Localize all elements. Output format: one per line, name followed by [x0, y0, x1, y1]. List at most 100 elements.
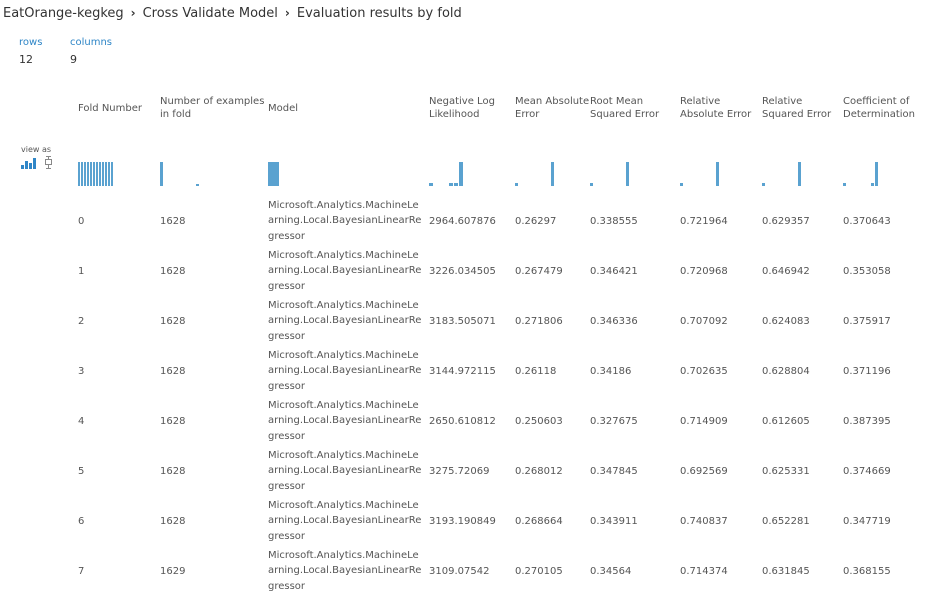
table-cell: 3193.190849: [429, 515, 496, 527]
histogram-bar: [108, 162, 110, 186]
model-cell: Microsoft.Analytics.MachineLearning.Loca…: [268, 349, 422, 392]
rows-value: 12: [19, 53, 33, 66]
table-cell: 0.368155: [843, 565, 891, 577]
table-row: 6 1628 Microsoft.Analytics.MachineLearning…: [78, 496, 927, 546]
table-cell: 1628: [160, 215, 186, 227]
table-cell: 0.721964: [680, 215, 728, 227]
histogram-bar: [78, 162, 80, 186]
table-row: 3 1628 Microsoft.Analytics.MachineLearning…: [78, 346, 927, 396]
table-cell: 0.625331: [762, 465, 810, 477]
table-cell: 0.612605: [762, 415, 810, 427]
column-header[interactable]: Number of examples in fold: [160, 86, 268, 130]
table-row: 4 1628 Microsoft.Analytics.MachineLearning…: [78, 396, 927, 446]
rows-stat: rows 12: [19, 37, 42, 66]
table-cell: 3109.07542: [429, 565, 490, 577]
table-cell: 1628: [160, 265, 186, 277]
histogram-bar: [160, 162, 163, 186]
table-cell: 0.371196: [843, 365, 891, 377]
histogram-row: [78, 130, 927, 196]
table-cell: 0.327675: [590, 415, 638, 427]
table-cell: 0.346421: [590, 265, 638, 277]
column-histogram[interactable]: [843, 130, 927, 196]
column-header[interactable]: Mean Absolute Error: [515, 86, 590, 130]
table-cell: 5: [78, 465, 85, 477]
table-cell: 3183.505071: [429, 315, 496, 327]
table-cell: 7: [78, 565, 85, 577]
histogram-bar: [515, 183, 518, 186]
table-cell: 0.631845: [762, 565, 810, 577]
table-cell: 0.271806: [515, 315, 563, 327]
table-row: 7 1629 Microsoft.Analytics.MachineLearning…: [78, 546, 927, 596]
histogram-bar: [843, 183, 846, 186]
table-cell: 1628: [160, 315, 186, 327]
column-header[interactable]: Root Mean Squared Error: [590, 86, 680, 130]
histogram-icon[interactable]: [21, 157, 38, 169]
histogram-bar: [590, 183, 593, 186]
chevron-right-icon: ›: [284, 6, 290, 20]
column-histogram[interactable]: [762, 130, 843, 196]
table-cell: 6: [78, 515, 85, 527]
table-cell: 0.714374: [680, 565, 728, 577]
column-header[interactable]: Coefficient of Determination: [843, 86, 927, 130]
column-header[interactable]: Fold Number: [78, 86, 160, 130]
table-cell: 0.740837: [680, 515, 728, 527]
column-header[interactable]: Relative Absolute Error: [680, 86, 762, 130]
table-row: 0 1628 Microsoft.Analytics.MachineLearning…: [78, 196, 927, 246]
table-cell: 1: [78, 265, 85, 277]
model-cell: Microsoft.Analytics.MachineLearning.Loca…: [268, 299, 422, 342]
chevron-right-icon: ›: [130, 6, 136, 20]
histogram-bar: [196, 184, 199, 186]
columns-value: 9: [70, 53, 77, 66]
table-cell: 0.347845: [590, 465, 638, 477]
histogram-bar: [449, 183, 453, 186]
histogram-bar: [875, 162, 878, 186]
table-cell: 0.646942: [762, 265, 810, 277]
table-cell: 0.34186: [590, 365, 632, 377]
column-histogram[interactable]: [78, 130, 160, 196]
breadcrumb-item-module[interactable]: Cross Validate Model: [143, 6, 278, 21]
table-cell: 2964.607876: [429, 215, 496, 227]
histogram-bar: [81, 162, 83, 186]
table-cell: 3144.972115: [429, 365, 496, 377]
table-cell: 0.652281: [762, 515, 810, 527]
breadcrumb-item-experiment[interactable]: EatOrange-kegkeg: [3, 6, 124, 21]
column-header[interactable]: Model: [268, 86, 429, 130]
table-cell: 0.347719: [843, 515, 891, 527]
column-histogram[interactable]: [680, 130, 762, 196]
boxplot-icon[interactable]: [44, 156, 53, 169]
table-cell: 0.375917: [843, 315, 891, 327]
table-cell: 0.720968: [680, 265, 728, 277]
histogram-bar: [99, 162, 101, 186]
column-header[interactable]: Negative Log Likelihood: [429, 86, 515, 130]
table-cell: 0.707092: [680, 315, 728, 327]
histogram-bar: [454, 183, 458, 186]
histogram-bar: [551, 162, 554, 186]
column-histogram[interactable]: [590, 130, 680, 196]
histogram-bar: [429, 183, 433, 186]
table-cell: 0.338555: [590, 215, 638, 227]
table-cell: 2650.610812: [429, 415, 496, 427]
histogram-bar: [268, 162, 279, 186]
table-cell: 0.629357: [762, 215, 810, 227]
table-cell: 0.714909: [680, 415, 728, 427]
table-cell: 3275.72069: [429, 465, 490, 477]
column-header[interactable]: Relative Squared Error: [762, 86, 843, 130]
column-histogram[interactable]: [268, 130, 429, 196]
histogram-bar: [93, 162, 95, 186]
column-histogram[interactable]: [515, 130, 590, 196]
table-cell: 4: [78, 415, 85, 427]
table-cell: 0.370643: [843, 215, 891, 227]
histogram-bar: [871, 183, 874, 186]
table-cell: 0.26118: [515, 365, 557, 377]
column-histogram[interactable]: [429, 130, 515, 196]
table-cell: 0.702635: [680, 365, 728, 377]
model-cell: Microsoft.Analytics.MachineLearning.Loca…: [268, 499, 422, 542]
table-cell: 0: [78, 215, 85, 227]
table-cell: 1629: [160, 565, 186, 577]
histogram-bar: [87, 162, 89, 186]
header-row: Fold Number Number of examples in fold M…: [78, 86, 927, 130]
column-histogram[interactable]: [160, 130, 268, 196]
model-cell: Microsoft.Analytics.MachineLearning.Loca…: [268, 249, 422, 292]
histogram-bar: [626, 162, 629, 186]
histogram-bar: [90, 162, 92, 186]
